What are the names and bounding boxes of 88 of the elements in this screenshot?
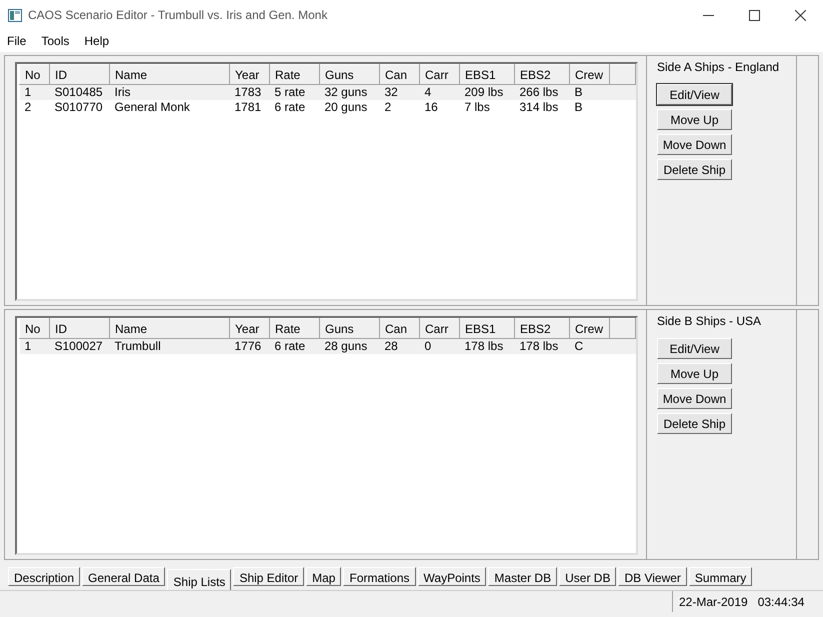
- table-cell: B: [570, 84, 610, 100]
- status-date: 22-Mar-2019: [679, 594, 748, 611]
- column-header[interactable]: EBS2: [514, 318, 570, 338]
- side-button[interactable]: Move Down: [657, 134, 732, 155]
- table-cell: 1: [20, 84, 50, 100]
- table-cell: 20 guns: [320, 100, 380, 115]
- column-header[interactable]: Can: [380, 318, 420, 338]
- table-cell: 314 lbs: [514, 100, 570, 115]
- tab[interactable]: Map: [306, 567, 342, 586]
- table-cell: 28 guns: [320, 338, 380, 354]
- tab[interactable]: WayPoints: [418, 567, 486, 586]
- column-header[interactable]: Carr: [420, 64, 460, 84]
- table-cell: Trumbull: [110, 338, 230, 354]
- column-header[interactable]: Guns: [320, 64, 380, 84]
- column-header[interactable]: Name: [110, 318, 230, 338]
- column-header[interactable]: No: [20, 64, 50, 84]
- table-cell: 209 lbs: [460, 84, 514, 100]
- tab[interactable]: Summary: [688, 567, 752, 586]
- table-cell: B: [570, 100, 610, 115]
- table-cell: S010770: [50, 100, 110, 115]
- table-cell: S010485: [50, 84, 110, 100]
- table-cell: 1781: [230, 100, 270, 115]
- table-cell: 266 lbs: [514, 84, 570, 100]
- table-cell: 32 guns: [320, 84, 380, 100]
- column-header[interactable]: Rate: [270, 318, 320, 338]
- tab[interactable]: DB Viewer: [618, 567, 687, 586]
- app-icon: [8, 8, 22, 22]
- menu-item[interactable]: Help: [84, 32, 110, 50]
- table-cell: 6 rate: [270, 338, 320, 354]
- column-header[interactable]: Name: [110, 64, 230, 84]
- table-cell: 6 rate: [270, 100, 320, 115]
- tab[interactable]: Ship Editor: [233, 567, 304, 586]
- table-cell: General Monk: [110, 100, 230, 115]
- status-time: 03:44:34: [758, 594, 804, 611]
- column-header[interactable]: No: [20, 318, 50, 338]
- ship-list[interactable]: No ID Name Year Rate Guns Can Carr EBS1 EBS2 Crew 1 S010485 Iris 1783 5 rate 32 guns 32 4 209 lbs 266 lbs B 2 S010770 General Monk 1781 6 rate 20 guns 2 16 7 lbs 314 lbs B: [15, 62, 638, 301]
- column-header[interactable]: Carr: [420, 318, 460, 338]
- side-button[interactable]: Edit/View: [657, 84, 732, 105]
- column-header[interactable]: ID: [50, 64, 110, 84]
- column-header[interactable]: EBS1: [460, 64, 514, 84]
- column-header[interactable]: Rate: [270, 64, 320, 84]
- column-header[interactable]: Crew: [570, 64, 610, 84]
- table-cell: 1783: [230, 84, 270, 100]
- column-header[interactable]: Guns: [320, 318, 380, 338]
- table-cell: 2: [380, 100, 420, 115]
- table-cell: 0: [420, 338, 460, 354]
- table-cell: S100027: [50, 338, 110, 354]
- table-cell: 4: [420, 84, 460, 100]
- menu-item[interactable]: File: [7, 32, 26, 50]
- side-button[interactable]: Move Up: [657, 363, 732, 384]
- maximize-icon: [748, 10, 760, 20]
- tab[interactable]: Ship Lists: [167, 569, 232, 590]
- column-header[interactable]: EBS1: [460, 318, 514, 338]
- side-title: Side B Ships - USA: [657, 313, 762, 330]
- table-cell: 16: [420, 100, 460, 115]
- minimize-icon: [702, 14, 714, 16]
- table-cell: C: [570, 338, 610, 354]
- ship-list[interactable]: No ID Name Year Rate Guns Can Carr EBS1 EBS2 Crew 1 S100027 Trumbull 1776 6 rate 28 guns 28 0 178 lbs 178 lbs C: [15, 316, 638, 555]
- table-cell: Iris: [110, 84, 230, 100]
- table-cell: 7 lbs: [460, 100, 514, 115]
- table-cell: 178 lbs: [460, 338, 514, 354]
- table-cell: 28: [380, 338, 420, 354]
- table-cell: 1776: [230, 338, 270, 354]
- table-cell: 1: [20, 338, 50, 354]
- tab[interactable]: Master DB: [488, 567, 558, 586]
- side-button[interactable]: Move Up: [657, 109, 732, 130]
- column-header[interactable]: Can: [380, 64, 420, 84]
- tab[interactable]: Description: [8, 567, 80, 586]
- side-button[interactable]: Delete Ship: [657, 159, 732, 180]
- tab[interactable]: Formations: [343, 567, 416, 586]
- menu-item[interactable]: Tools: [41, 32, 70, 50]
- column-header[interactable]: ID: [50, 318, 110, 338]
- table-cell: 178 lbs: [514, 338, 570, 354]
- tab[interactable]: General Data: [82, 567, 166, 586]
- side-button[interactable]: Move Down: [657, 388, 732, 409]
- window-title: CAOS Scenario Editor - Trumbull vs. Iris and Gen. Monk: [28, 7, 328, 24]
- table-cell: 32: [380, 84, 420, 100]
- column-header[interactable]: Year: [230, 318, 270, 338]
- side-button[interactable]: Delete Ship: [657, 413, 732, 434]
- column-header[interactable]: EBS2: [514, 64, 570, 84]
- table-cell: 2: [20, 100, 50, 115]
- close-icon: [794, 10, 806, 20]
- table-cell: 5 rate: [270, 84, 320, 100]
- column-header[interactable]: Crew: [570, 318, 610, 338]
- side-title: Side A Ships - England: [657, 59, 780, 76]
- tab[interactable]: User DB: [559, 567, 616, 586]
- side-button[interactable]: Edit/View: [657, 338, 732, 359]
- column-header[interactable]: Year: [230, 64, 270, 84]
